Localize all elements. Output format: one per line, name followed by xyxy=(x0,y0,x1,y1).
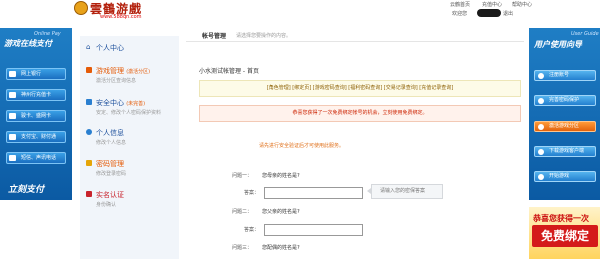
user-icon xyxy=(86,129,92,135)
free-bind-promo[interactable]: 恭喜您获得一次 免费绑定 xyxy=(529,207,600,259)
guide-step-register[interactable]: 注册账号 xyxy=(534,70,596,81)
sidebar-item-desc: 激活分区查询信息 xyxy=(96,78,137,84)
online-pay-banner: Online Pay 游戏在线支付 网上银行 神州行充值卡 骏卡、盛网卡 支付宝… xyxy=(0,28,72,200)
sidebar-item-desc: 修改登录密码 xyxy=(96,171,127,177)
answer-2-label: 答案： xyxy=(244,227,260,233)
game-icon xyxy=(86,67,92,73)
security-notice: 请先进行安全验证后才可使用此服务。 xyxy=(259,143,345,149)
wallet-icon xyxy=(9,134,16,140)
id-card-icon xyxy=(86,191,92,197)
banner-en-title: User Guide xyxy=(571,31,599,37)
function-link-bar[interactable]: [角色管理] [绑定页] [游戏密码查询] [福利密码查询] [交易记录查询] … xyxy=(199,80,521,97)
key-icon xyxy=(86,160,92,166)
logo-url: www.588qn.com xyxy=(100,14,142,20)
guide-step-label: 激活游戏分区 xyxy=(549,123,580,129)
sidebar-item-extra: (未完善) xyxy=(126,101,146,107)
free-bind-warning[interactable]: 恭喜您获得了一次免费绑定帐号的机会，立刻使用免费绑定。 xyxy=(199,105,521,122)
guide-step-security[interactable]: 完善密码保护 xyxy=(534,95,596,106)
banner-title: 游戏在线支付 xyxy=(4,39,52,48)
step-icon xyxy=(538,174,544,180)
guide-step-label: 下载游戏客户端 xyxy=(549,148,585,154)
page-hint: 请选择您要操作的内容。 xyxy=(236,33,292,39)
question-3-text: 您配偶的姓名是? xyxy=(262,245,300,251)
sidebar-item-extra: (激活分区) xyxy=(126,69,151,75)
bank-icon xyxy=(9,71,16,77)
top-link-home[interactable]: 云鶴首页 xyxy=(450,1,470,8)
top-link-recharge[interactable]: 充值中心 xyxy=(482,1,502,8)
answer-2-input[interactable] xyxy=(264,224,363,236)
username-redacted xyxy=(477,9,501,17)
banner-en-title: Online Pay xyxy=(34,31,61,37)
shield-icon xyxy=(86,99,92,105)
pay-option-label: 神州行充值卡 xyxy=(21,92,52,98)
welcome-text: 欢迎您 xyxy=(452,11,468,17)
pay-now-button[interactable]: 立刻支付 xyxy=(8,182,44,195)
guide-step-play[interactable]: 开始游戏 xyxy=(534,171,596,182)
step-icon xyxy=(538,149,544,155)
pay-option-bank[interactable]: 网上银行 xyxy=(6,68,66,80)
sidebar-item-password[interactable]: 密码管理 xyxy=(96,159,124,169)
pay-option-label: 网上银行 xyxy=(21,71,42,77)
sidebar-item-desc: 修改个人信息 xyxy=(96,140,127,146)
guide-step-label: 完善密码保护 xyxy=(549,97,580,103)
logo-icon xyxy=(74,1,88,15)
page-title: 帐号管理 xyxy=(202,33,227,40)
question-1-label: 问题一： xyxy=(232,173,253,179)
pay-option-label: 短信、声讯电话 xyxy=(21,155,57,161)
question-1-text: 您母亲的姓名是? xyxy=(262,173,300,179)
sidebar-item-game-manage[interactable]: 游戏管理 (激活分区) xyxy=(96,66,150,76)
pay-option-sms[interactable]: 短信、声讯电话 xyxy=(6,152,66,164)
sidebar-item-label: 游戏管理 xyxy=(96,67,124,75)
phone-icon xyxy=(9,155,16,161)
card-icon xyxy=(9,92,16,98)
card-icon xyxy=(9,113,16,119)
banner-title: 用户使用向导 xyxy=(534,40,582,49)
answer-tooltip: 请输入您的密保答案 xyxy=(371,184,443,199)
sidebar-item-label: 安全中心 xyxy=(96,99,124,107)
pay-option-label: 支付宝、财付通 xyxy=(21,134,57,140)
sidebar-item-profile[interactable]: 个人信息 xyxy=(96,128,124,138)
sidebar-item-desc: 身份确认 xyxy=(96,202,117,208)
step-icon xyxy=(538,98,544,104)
answer-1-input[interactable] xyxy=(264,187,363,199)
guide-step-label: 开始游戏 xyxy=(549,173,570,179)
promo-big-text: 免费绑定 xyxy=(532,225,598,247)
pay-option-szx[interactable]: 神州行充值卡 xyxy=(6,89,66,101)
user-guide-banner: User Guide 用户使用向导 注册账号 完善密码保护 激活游戏分区 下载游… xyxy=(529,28,600,200)
sidebar-item-security[interactable]: 安全中心 (未完善) xyxy=(96,98,145,108)
answer-1-label: 答案： xyxy=(244,190,260,196)
guide-step-label: 注册账号 xyxy=(549,72,570,78)
guide-step-download[interactable]: 下载游戏客户端 xyxy=(534,146,596,157)
sidebar-user-center[interactable]: 个人中心 xyxy=(96,43,124,53)
question-2-text: 您父亲的姓名是? xyxy=(262,209,300,215)
home-icon: ⌂ xyxy=(86,43,91,51)
promo-top-text: 恭喜您获得一次 xyxy=(533,214,589,223)
guide-step-activate[interactable]: 激活游戏分区 xyxy=(534,121,596,132)
section-title: 小水测试帐管理 - 首页 xyxy=(199,68,259,75)
logout-link[interactable]: 退出 xyxy=(503,10,513,17)
step-icon xyxy=(538,73,544,79)
question-3-label: 问题三： xyxy=(232,245,253,251)
sidebar-item-realname[interactable]: 实名认证 xyxy=(96,190,124,200)
top-link-help[interactable]: 帮助中心 xyxy=(512,1,532,8)
question-2-label: 问题二： xyxy=(232,209,253,215)
pay-option-label: 骏卡、盛网卡 xyxy=(21,113,52,119)
step-icon xyxy=(538,124,544,130)
sidebar-item-desc: 安定、修改个人密码保护资料 xyxy=(96,110,162,116)
pay-option-junka[interactable]: 骏卡、盛网卡 xyxy=(6,110,66,122)
sidebar: ⌂ 个人中心 游戏管理 (激活分区) 激活分区查询信息 安全中心 (未完善) 安… xyxy=(80,36,179,259)
pay-option-alipay[interactable]: 支付宝、财付通 xyxy=(6,131,66,143)
